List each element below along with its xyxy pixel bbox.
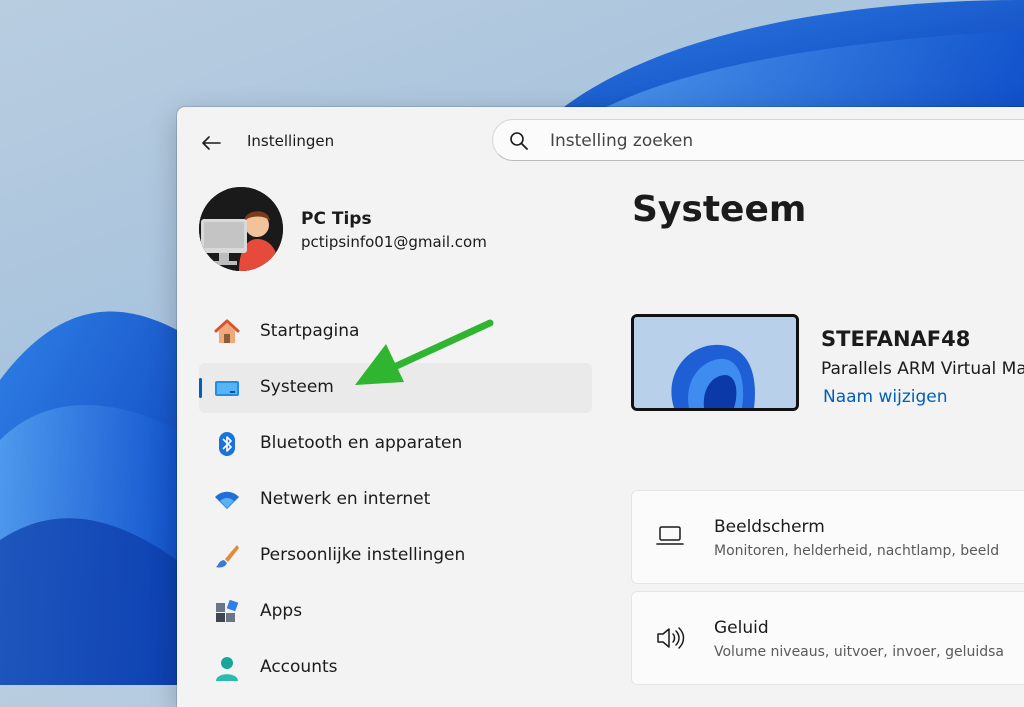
sidebar-item-label: Persoonlijke instellingen [260, 545, 466, 565]
card-subtitle: Monitoren, helderheid, nachtlamp, beeld [714, 543, 1000, 559]
arrow-left-icon [202, 136, 221, 150]
avatar [199, 187, 283, 271]
sidebar-item-label: Systeem [260, 377, 334, 397]
search-icon [510, 132, 528, 150]
settings-window: Instellingen PC Tips pctipsinfo01@gmail. [177, 107, 1024, 707]
sidebar-item-netwerk[interactable]: Netwerk en internet [199, 475, 592, 525]
sidebar-item-accounts[interactable]: Accounts [199, 643, 592, 693]
card-title: Geluid [714, 618, 769, 638]
device-thumbnail [631, 314, 799, 411]
sidebar-item-label: Accounts [260, 657, 338, 677]
sidebar-item-bluetooth[interactable]: Bluetooth en apparaten [199, 419, 592, 469]
device-name: STEFANAF48 [821, 327, 971, 351]
app-title: Instellingen [247, 132, 335, 150]
speaker-icon [657, 627, 685, 649]
sidebar-item-systeem[interactable]: Systeem [199, 363, 592, 413]
wallpaper-bloom-icon [634, 317, 796, 408]
back-button[interactable] [197, 129, 225, 157]
sidebar-item-label: Startpagina [260, 321, 360, 341]
profile-name: PC Tips [301, 209, 372, 229]
sidebar-item-label: Netwerk en internet [260, 489, 431, 509]
settings-card-geluid[interactable]: Geluid Volume niveaus, uitvoer, invoer, … [631, 591, 1024, 685]
paintbrush-icon [213, 542, 241, 570]
apps-icon [213, 598, 241, 626]
sidebar-item-startpagina[interactable]: Startpagina [199, 307, 592, 357]
device-model: Parallels ARM Virtual Ma [821, 359, 1024, 379]
wifi-icon [213, 486, 241, 514]
sidebar-item-apps[interactable]: Apps [199, 587, 592, 637]
title-bar: Instellingen [177, 107, 1024, 177]
search-box[interactable] [492, 119, 1024, 162]
search-input[interactable] [548, 120, 1024, 162]
person-icon [213, 654, 241, 682]
bluetooth-icon [213, 430, 241, 458]
home-icon [213, 318, 241, 346]
display-icon [213, 374, 241, 402]
card-title: Beeldscherm [714, 517, 825, 537]
sidebar-item-persoonlijk[interactable]: Persoonlijke instellingen [199, 531, 592, 581]
laptop-icon [656, 526, 684, 545]
selection-indicator [199, 378, 202, 398]
settings-card-beeldscherm[interactable]: Beeldscherm Monitoren, helderheid, nacht… [631, 490, 1024, 584]
page-title: Systeem [632, 189, 807, 230]
profile-email: pctipsinfo01@gmail.com [301, 233, 487, 251]
rename-device-link[interactable]: Naam wijzigen [823, 387, 948, 407]
sidebar-item-label: Bluetooth en apparaten [260, 433, 463, 453]
sidebar-item-label: Apps [260, 601, 303, 621]
avatar-illustration-icon [199, 187, 283, 271]
card-subtitle: Volume niveaus, uitvoer, invoer, geluids… [714, 644, 1004, 660]
sidebar-nav: Startpagina Systeem Bluetooth en apparat… [199, 307, 592, 699]
